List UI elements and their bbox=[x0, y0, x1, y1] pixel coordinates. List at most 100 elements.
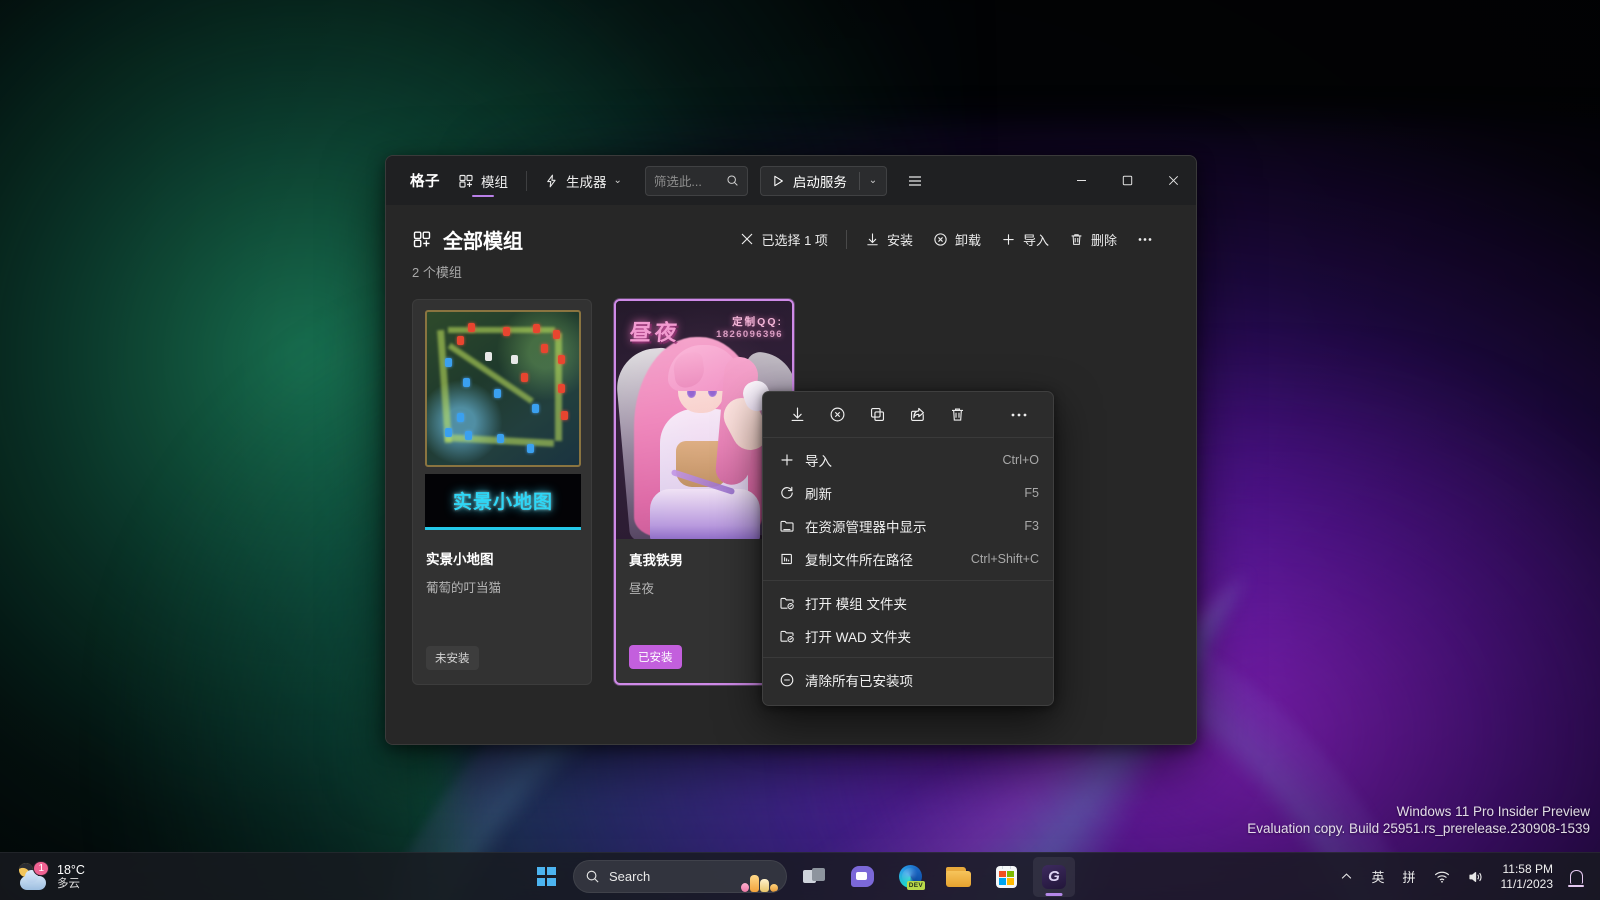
ime-mode-label: 拼 bbox=[1402, 870, 1416, 885]
taskbar-search[interactable]: Search bbox=[573, 860, 787, 893]
thumbnail-banner-text: 昼夜 bbox=[628, 320, 682, 345]
mod-name: 真我铁男 bbox=[629, 553, 683, 568]
context-menu-group-2: 打开 模组 文件夹 打开 WAD 文件夹 bbox=[763, 580, 1053, 657]
launch-service-label: 启动服务 bbox=[792, 174, 847, 190]
modules-icon bbox=[412, 229, 432, 249]
maximize-button[interactable] bbox=[1104, 156, 1150, 205]
start-button[interactable] bbox=[525, 857, 567, 897]
more-commands-button[interactable] bbox=[1128, 223, 1162, 255]
tab-generator-label: 生成器 bbox=[566, 174, 607, 190]
tab-generator[interactable]: 生成器 ⌄ bbox=[535, 166, 631, 196]
page-title-label: 全部模组 bbox=[443, 230, 523, 253]
copy-path-icon bbox=[779, 551, 805, 567]
task-view-icon bbox=[803, 867, 825, 886]
mod-card-minimap[interactable]: 实景小地图 实景小地图 葡萄的叮当猫 未安装 bbox=[412, 299, 592, 685]
chat-icon bbox=[850, 866, 874, 887]
search-icon bbox=[585, 869, 600, 884]
bell-icon bbox=[1568, 869, 1584, 887]
menu-item-open-mods-folder[interactable]: 打开 模组 文件夹 bbox=[763, 586, 1053, 619]
system-tray: 英 拼 11:58 PM 11/1/2023 bbox=[1332, 859, 1600, 895]
play-icon bbox=[771, 174, 785, 188]
download-icon[interactable] bbox=[777, 399, 817, 431]
edge-dev-badge: DEV bbox=[906, 880, 925, 890]
taskbar-center: Search DEV G bbox=[525, 856, 1075, 897]
mod-count-label: 2 个模组 bbox=[412, 265, 462, 280]
mod-manager-taskbar-button[interactable]: G bbox=[1033, 856, 1075, 897]
delete-button[interactable]: 删除 bbox=[1060, 223, 1126, 255]
mod-thumbnail: 实景小地图 bbox=[413, 300, 591, 538]
folder-arrow-icon bbox=[779, 595, 805, 611]
maximize-icon bbox=[1122, 175, 1133, 186]
install-label: 安装 bbox=[886, 232, 913, 248]
search-input[interactable]: 筛选此... bbox=[644, 165, 748, 196]
chat-button[interactable] bbox=[841, 857, 883, 897]
menu-item-refresh[interactable]: 刷新 F5 bbox=[763, 476, 1053, 509]
file-explorer-button[interactable] bbox=[937, 857, 979, 897]
weather-temperature: 18°C bbox=[57, 862, 85, 877]
more-icon[interactable] bbox=[999, 399, 1039, 431]
launch-service-button[interactable]: 启动服务 bbox=[761, 167, 859, 195]
install-button[interactable]: 安装 bbox=[856, 223, 922, 255]
trash-icon[interactable] bbox=[937, 399, 977, 431]
menu-item-accelerator: F3 bbox=[1024, 518, 1039, 533]
microsoft-store-button[interactable] bbox=[985, 857, 1027, 897]
launch-dropdown-button[interactable]: ⌄ bbox=[860, 167, 886, 195]
hamburger-menu-button[interactable] bbox=[899, 166, 931, 196]
volume-button[interactable] bbox=[1460, 859, 1492, 895]
close-icon bbox=[740, 232, 754, 246]
tray-overflow-button[interactable] bbox=[1332, 859, 1361, 895]
uninstall-icon[interactable] bbox=[817, 399, 857, 431]
menu-item-accelerator: F5 bbox=[1024, 485, 1039, 500]
menu-item-open-wad-folder[interactable]: 打开 WAD 文件夹 bbox=[763, 619, 1053, 652]
menu-item-show-in-explorer[interactable]: 在资源管理器中显示 F3 bbox=[763, 509, 1053, 542]
delete-label: 删除 bbox=[1090, 232, 1117, 248]
menu-item-import[interactable]: 导入 Ctrl+O bbox=[763, 443, 1053, 476]
network-button[interactable] bbox=[1426, 859, 1458, 895]
modules-icon bbox=[458, 173, 474, 189]
import-label: 导入 bbox=[1022, 232, 1049, 248]
close-button[interactable] bbox=[1150, 156, 1196, 205]
clear-selection-button[interactable]: 已选择 1 项 bbox=[731, 223, 836, 255]
ime-mode-button[interactable]: 拼 bbox=[1394, 859, 1423, 895]
weather-widget[interactable]: 1 18°C 多云 bbox=[12, 860, 95, 894]
ime-language-button[interactable]: 英 bbox=[1363, 859, 1392, 895]
windows-watermark: Windows 11 Pro Insider Preview Evaluatio… bbox=[1247, 803, 1590, 837]
copy-icon[interactable] bbox=[857, 399, 897, 431]
menu-item-label: 清除所有已安装项 bbox=[805, 673, 913, 689]
menu-item-clear-installed[interactable]: 清除所有已安装项 bbox=[763, 663, 1053, 696]
hamburger-icon bbox=[907, 174, 923, 188]
microsoft-store-icon bbox=[995, 865, 1017, 888]
bolt-icon bbox=[544, 173, 559, 189]
notification-badge: 1 bbox=[33, 860, 49, 876]
page-title: 全部模组 bbox=[412, 225, 523, 254]
status-badge: 未安装 bbox=[426, 646, 479, 670]
search-lantern-decoration bbox=[741, 875, 778, 892]
close-icon bbox=[1168, 175, 1179, 186]
trash-icon bbox=[1069, 232, 1084, 247]
tab-mods[interactable]: 模组 bbox=[448, 156, 518, 205]
task-view-button[interactable] bbox=[793, 857, 835, 897]
menu-item-label: 打开 模组 文件夹 bbox=[805, 596, 908, 612]
edge-dev-button[interactable]: DEV bbox=[889, 857, 931, 897]
taskbar-search-label: Search bbox=[609, 869, 651, 884]
share-icon[interactable] bbox=[897, 399, 937, 431]
download-icon bbox=[865, 232, 880, 247]
menu-item-copy-path[interactable]: 复制文件所在路径 Ctrl+Shift+C bbox=[763, 542, 1053, 575]
mod-author: 昼夜 bbox=[629, 582, 655, 596]
clock[interactable]: 11:58 PM 11/1/2023 bbox=[1494, 862, 1561, 892]
chevron-down-icon: ⌄ bbox=[613, 175, 622, 186]
minimize-button[interactable] bbox=[1058, 156, 1104, 205]
qq-number: 1826096396 bbox=[716, 329, 783, 340]
notification-center-button[interactable] bbox=[1562, 859, 1591, 895]
import-button[interactable]: 导入 bbox=[992, 223, 1058, 255]
qq-label: 定制QQ: bbox=[732, 316, 783, 328]
command-bar: 已选择 1 项 安装 卸载 导入 删除 bbox=[731, 223, 1172, 255]
launch-service-group: 启动服务 ⌄ bbox=[759, 165, 887, 196]
window-controls bbox=[1058, 156, 1196, 205]
tab-active-underline bbox=[472, 194, 494, 197]
uninstall-button[interactable]: 卸载 bbox=[924, 223, 990, 255]
clock-date: 11/1/2023 bbox=[1500, 876, 1554, 891]
titlebar-divider bbox=[526, 170, 527, 191]
tab-mods-label: 模组 bbox=[481, 174, 508, 190]
refresh-icon bbox=[779, 485, 805, 501]
